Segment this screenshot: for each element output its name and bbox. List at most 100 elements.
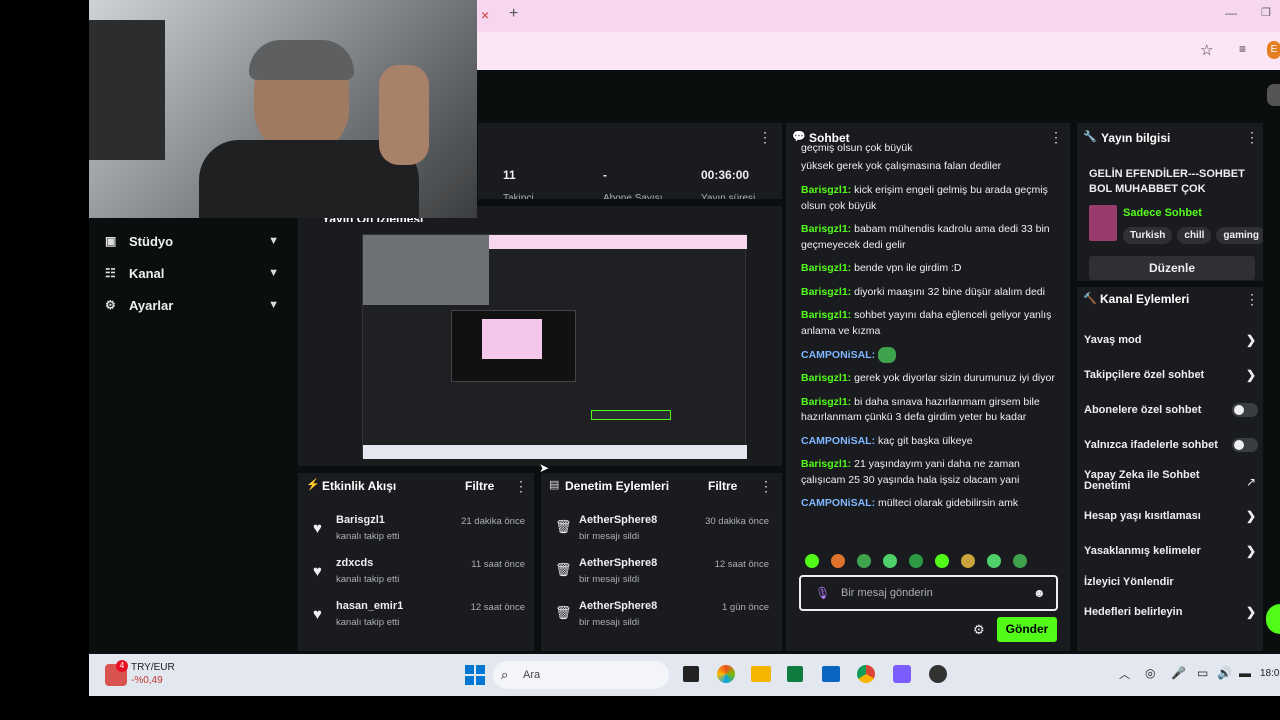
chat-message: Barisgzl1: gerek yok diyorlar sizin duru…	[801, 372, 1055, 385]
action-slow-mode[interactable]: Yavaş mod ❯	[1084, 330, 1264, 350]
more-options-icon[interactable]: ⋮	[514, 478, 528, 495]
minimize-icon[interactable]: —	[1225, 6, 1237, 20]
emote-icon[interactable]	[857, 554, 871, 568]
emote-icon[interactable]	[1013, 554, 1027, 568]
currency-pair[interactable]: TRY/EUR	[131, 662, 175, 673]
display-icon[interactable]: ▭	[1197, 666, 1208, 680]
sidebar-item-settings[interactable]: ⚙ Ayarlar ▼	[105, 293, 285, 317]
activity-row: ♥ hasan_emir1 kanalı takip etti 12 saat …	[313, 600, 525, 628]
more-options-icon[interactable]: ⋮	[1245, 129, 1259, 146]
emote-only-toggle[interactable]	[1232, 438, 1258, 452]
stream-preview-video[interactable]	[362, 234, 747, 459]
chat-input-box[interactable]: 🎙 Bir mesaj gönderin ☻	[799, 575, 1058, 611]
sidebar-item-channel[interactable]: ☷ Kanal ▼	[105, 261, 285, 285]
chat-message: Barisgzl1: bi daha sınava hazırlanmam gi…	[801, 395, 1040, 424]
taskbar-search[interactable]: ⌕ Ara	[493, 661, 669, 689]
restore-icon[interactable]: ❐	[1261, 6, 1271, 19]
action-goals[interactable]: Hedefleri belirleyin ❯	[1084, 602, 1264, 622]
subscribers-only-toggle[interactable]	[1232, 403, 1258, 417]
chrome-icon[interactable]	[857, 665, 875, 683]
tag-chip[interactable]: chill	[1177, 227, 1212, 244]
chat-input-placeholder[interactable]: Bir mesaj gönderin	[841, 587, 933, 599]
moderation-filter-button[interactable]: Filtre	[708, 479, 737, 493]
emote-icon[interactable]	[805, 554, 819, 568]
send-button[interactable]: Gönder	[997, 617, 1057, 642]
emote-icon[interactable]	[883, 554, 897, 568]
microphone-tray-icon[interactable]: 🎤	[1171, 666, 1186, 680]
action-raid[interactable]: İzleyici Yönlendir	[1084, 572, 1264, 592]
new-tab-icon[interactable]: +	[509, 5, 518, 23]
emote-icon[interactable]	[987, 554, 1001, 568]
speaker-icon[interactable]: 🔊	[1217, 666, 1232, 680]
studio-icon: ▣	[105, 234, 117, 248]
chevron-right-icon: ❯	[1245, 368, 1256, 382]
action-ai-moderation[interactable]: Yapay Zeka ile Sohbet Denetimi	[1084, 468, 1234, 494]
sidebar-item-studio[interactable]: ▣ Stüdyo ▼	[105, 229, 285, 253]
chat-message: Barisgzl1: sohbet yayını daha eğlenceli …	[801, 309, 1052, 337]
person-hand	[379, 65, 429, 165]
media-control-icon[interactable]: ≡	[1239, 42, 1246, 56]
file-explorer-icon[interactable]	[751, 666, 771, 682]
category-thumbnail[interactable]	[1089, 205, 1117, 241]
moderation-row: 🗑 AetherSphere8 bir mesajı sildi 12 saat…	[555, 557, 769, 585]
more-options-icon[interactable]: ⋮	[759, 478, 773, 495]
trash-icon: 🗑	[555, 519, 572, 534]
more-options-icon[interactable]: ⋮	[758, 129, 772, 146]
windows-taskbar: 4 TRY/EUR -%0,49 ⌕ Ara ︿ ◎ 🎤 ▭ 🔊 ▬ 18:0	[89, 654, 1280, 696]
chat-message: Barisgzl1: 21 yaşındayım yani daha ne za…	[801, 458, 1020, 486]
user-avatar[interactable]	[1267, 84, 1280, 106]
stat-followers-label: Takipçi	[503, 193, 534, 199]
preview-webcam	[363, 235, 489, 305]
chat-settings-gear-icon[interactable]: ⚙	[973, 622, 985, 638]
chevron-up-icon[interactable]: ︿	[1119, 666, 1130, 682]
stat-subscribers-value: -	[603, 168, 607, 182]
clock[interactable]: 18:0	[1260, 668, 1280, 679]
action-account-age[interactable]: Hesap yaşı kısıtlaması ❯	[1084, 506, 1264, 526]
emote-bar	[805, 554, 1065, 568]
notification-badge: 4	[116, 660, 128, 672]
copilot-icon[interactable]	[717, 665, 735, 683]
emote-icon[interactable]	[831, 554, 845, 568]
channel-actions-title: Kanal Eylemleri	[1100, 292, 1190, 306]
action-emote-only[interactable]: Yalnızca ifadelerle sohbet	[1084, 435, 1264, 455]
profile-avatar[interactable]: E	[1267, 41, 1280, 59]
chat-message: Barisgzl1: bende vpn ile girdim :D	[801, 262, 962, 274]
document-icon: ▤	[549, 479, 560, 491]
action-banned-words[interactable]: Yasaklanmış kelimeler ❯	[1084, 541, 1264, 561]
heart-icon: ♥	[313, 520, 322, 537]
emoji-icon[interactable]: ☻	[1033, 586, 1046, 600]
emote-icon[interactable]	[909, 554, 923, 568]
activity-filter-button[interactable]: Filtre	[465, 479, 494, 493]
microphone-icon[interactable]: 🎙	[815, 586, 830, 600]
edit-stream-button[interactable]: Düzenle	[1089, 256, 1255, 280]
recorder-icon[interactable]	[929, 665, 947, 683]
chat-message: Barisgzl1: diyorki maaşını 32 bine düşür…	[801, 285, 1045, 298]
bookmark-star-icon[interactable]: ☆	[1200, 41, 1213, 59]
tag-chip[interactable]: gaming	[1216, 227, 1263, 244]
emote-icon[interactable]	[961, 554, 975, 568]
stream-category[interactable]: Sadece Sohbet	[1123, 207, 1202, 219]
chevron-down-icon: ▼	[268, 235, 279, 247]
app-icon[interactable]	[893, 665, 911, 683]
chat-partial-line: geçmiş olsun çok büyük	[801, 143, 913, 154]
windows-start-icon[interactable]	[465, 665, 485, 685]
stream-info-title: Yayın bilgisi	[1101, 131, 1171, 145]
close-tab-icon[interactable]: ×	[481, 7, 489, 23]
battery-icon[interactable]: ▬	[1239, 666, 1251, 680]
tag-chip[interactable]: Turkish	[1123, 227, 1173, 244]
emote-icon[interactable]	[935, 554, 949, 568]
action-followers-only[interactable]: Takipçilere özel sohbet ❯	[1084, 365, 1264, 385]
chevron-right-icon: ❯	[1245, 605, 1256, 619]
action-subscribers-only[interactable]: Abonelere özel sohbet	[1084, 400, 1264, 420]
gear-icon: ⚙	[105, 298, 116, 312]
chevron-down-icon: ▼	[268, 299, 279, 311]
task-view-icon[interactable]	[683, 666, 699, 682]
search-label: Ara	[523, 669, 541, 681]
more-options-icon[interactable]: ⋮	[1245, 291, 1259, 308]
store-icon[interactable]	[787, 666, 803, 682]
chat-message: CAMPONiSAL: kaç git başka ülkeye	[801, 434, 973, 447]
external-link-icon[interactable]: ↗	[1246, 475, 1256, 489]
mouse-cursor-icon: ➤	[539, 461, 550, 475]
tray-app-icon[interactable]: ◎	[1145, 666, 1155, 680]
outlook-icon[interactable]	[822, 666, 840, 682]
